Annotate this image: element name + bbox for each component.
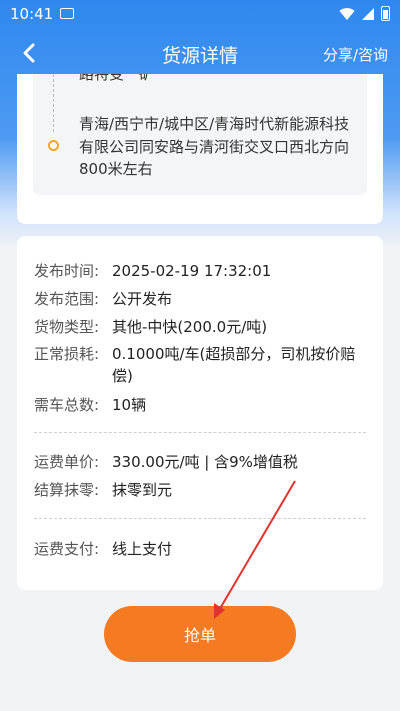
payment-value: 线上支付 [112, 540, 173, 558]
status-time: 10:41 [10, 5, 54, 23]
rounding-row: 结算抹零: 抹零到元 [34, 479, 374, 501]
goods-type-label: 货物类型: [34, 318, 100, 336]
publish-scope-value: 公开发布 [112, 290, 173, 308]
goods-type-row: 货物类型: 其他-中快(200.0元/吨) [34, 316, 374, 338]
payment-row: 运费支付: 线上支付 [34, 538, 374, 560]
status-icons [339, 6, 390, 21]
unit-price-label: 运费单价: [34, 453, 100, 471]
image-notification-icon [60, 8, 74, 19]
origin-address-fragment: 路特变一矿 [79, 74, 155, 83]
unit-price-value: 330.00元/吨 | 含9%增值税 [112, 453, 298, 471]
goods-type-value: 其他-中快(200.0元/吨) [112, 318, 268, 336]
publish-time-value: 2025-02-19 17:32:01 [112, 262, 272, 280]
battery-icon [381, 6, 390, 21]
destination-address: 青海/西宁市/城中区/青海时代新能源科技有限公司同安路与清河街交叉口西北方向80… [79, 115, 350, 178]
loss-value: 0.1000吨/车(超损部分，司机按价赔偿) [112, 345, 356, 385]
loss-label: 正常损耗: [34, 345, 100, 363]
wifi-icon [339, 7, 355, 20]
publish-time-label: 发布时间: [34, 262, 100, 280]
publish-scope-row: 发布范围: 公开发布 [34, 288, 374, 310]
loss-row: 正常损耗: 0.1000吨/车(超损部分，司机按价赔偿) [34, 343, 374, 387]
payment-label: 运费支付: [34, 540, 100, 558]
rounding-value: 抹零到元 [112, 481, 173, 499]
publish-time-row: 发布时间: 2025-02-19 17:32:01 [34, 260, 374, 282]
share-consult-button[interactable]: 分享/咨询 [323, 44, 388, 65]
info-card: 发布时间: 2025-02-19 17:32:01 发布范围: 公开发布 货物类… [17, 236, 383, 590]
nav-bar: 货源详情 分享/咨询 [0, 30, 400, 76]
divider [34, 518, 366, 519]
address-box: 路特变一矿 青海/西宁市/城中区/青海时代新能源科技有限公司同安路与清河街交叉口… [33, 74, 367, 195]
divider [34, 432, 366, 433]
rounding-label: 结算抹零: [34, 481, 100, 499]
grab-order-button[interactable]: 抢单 [104, 606, 296, 662]
vehicles-row: 需车总数: 10辆 [34, 394, 374, 416]
destination-dot-icon [48, 140, 59, 151]
vehicles-label: 需车总数: [34, 396, 100, 414]
vehicles-value: 10辆 [112, 396, 147, 414]
route-card: 路特变一矿 青海/西宁市/城中区/青海时代新能源科技有限公司同安路与清河街交叉口… [17, 74, 383, 224]
signal-icon [362, 7, 374, 20]
publish-scope-label: 发布范围: [34, 290, 100, 308]
status-bar: 10:41 [0, 0, 400, 28]
route-dashed-line [53, 74, 54, 132]
unit-price-row: 运费单价: 330.00元/吨 | 含9%增值税 [34, 451, 374, 473]
